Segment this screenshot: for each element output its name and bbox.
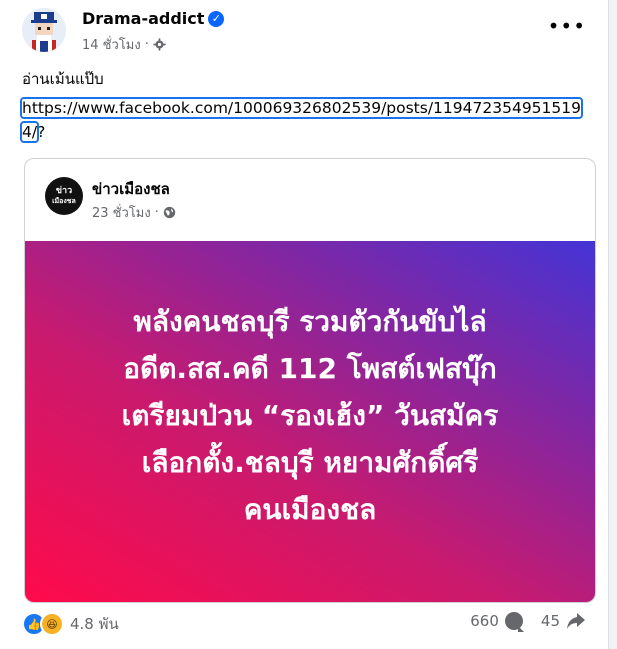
post-link-suffix: ?	[37, 123, 46, 141]
globe-icon	[163, 206, 176, 219]
shared-page-avatar[interactable]: ข่าว เมืองชล	[45, 177, 83, 215]
verified-badge-icon: ✓	[208, 10, 225, 27]
post-link[interactable]: https://www.facebook.com/100069326802539…	[20, 97, 583, 143]
avatar-text-bottom: เมืองชล	[52, 197, 76, 205]
comment-icon	[504, 612, 524, 632]
post-link-paragraph: https://www.facebook.com/100069326802539…	[20, 96, 588, 144]
shared-post-banner[interactable]: พลังคนชลบุรี รวมตัวกันขับไล่ อดีต.สส.คดี…	[25, 241, 595, 602]
meta-separator: ·	[144, 37, 149, 52]
reaction-icons: 👍 😆	[22, 612, 64, 636]
engagement-counts: 660 45	[470, 612, 586, 632]
shared-post-meta: 23 ชั่วโมง ·	[92, 202, 176, 223]
post-footer: 👍 😆 4.8 พัน 660 45	[22, 612, 586, 640]
meta-separator: ·	[154, 205, 159, 220]
post-text: อ่านเม้นแป๊บ	[22, 70, 104, 88]
share-icon	[567, 613, 585, 629]
reaction-count[interactable]: 4.8 พัน	[70, 612, 119, 636]
post-meta: 14 ชั่วโมง ·	[82, 34, 166, 55]
shared-post[interactable]: ข่าว เมืองชล ข่าวเมืองชล 23 ชั่วโมง · พล…	[24, 158, 596, 603]
shares-count-text[interactable]: 45	[541, 612, 560, 630]
comments-count[interactable]: 660	[470, 612, 524, 632]
avatar-text-top: ข่าว	[55, 186, 73, 196]
comments-count-text[interactable]: 660	[470, 612, 499, 630]
more-options-icon[interactable]: •••	[548, 16, 586, 36]
shared-post-time[interactable]: 23 ชั่วโมง	[92, 202, 151, 223]
post-card: Drama-addict ✓ 14 ชั่วโมง · ••• อ่านเม้น…	[0, 0, 609, 649]
post-time[interactable]: 14 ชั่วโมง	[82, 34, 141, 55]
gear-icon	[153, 38, 166, 51]
author-name-text[interactable]: Drama-addict	[82, 9, 204, 28]
shares-count[interactable]: 45	[541, 612, 586, 630]
shared-page-name[interactable]: ข่าวเมืองชล	[92, 177, 170, 201]
banner-text: พลังคนชลบุรี รวมตัวกันขับไล่ อดีต.สส.คดี…	[121, 305, 499, 526]
reactions-summary[interactable]: 👍 😆 4.8 พัน	[22, 612, 119, 636]
author-avatar[interactable]	[22, 8, 66, 52]
avatar-icon	[22, 8, 66, 52]
post-header: Drama-addict ✓ 14 ชั่วโมง · •••	[22, 8, 608, 56]
author-name[interactable]: Drama-addict ✓	[82, 9, 225, 28]
haha-icon: 😆	[40, 612, 64, 636]
